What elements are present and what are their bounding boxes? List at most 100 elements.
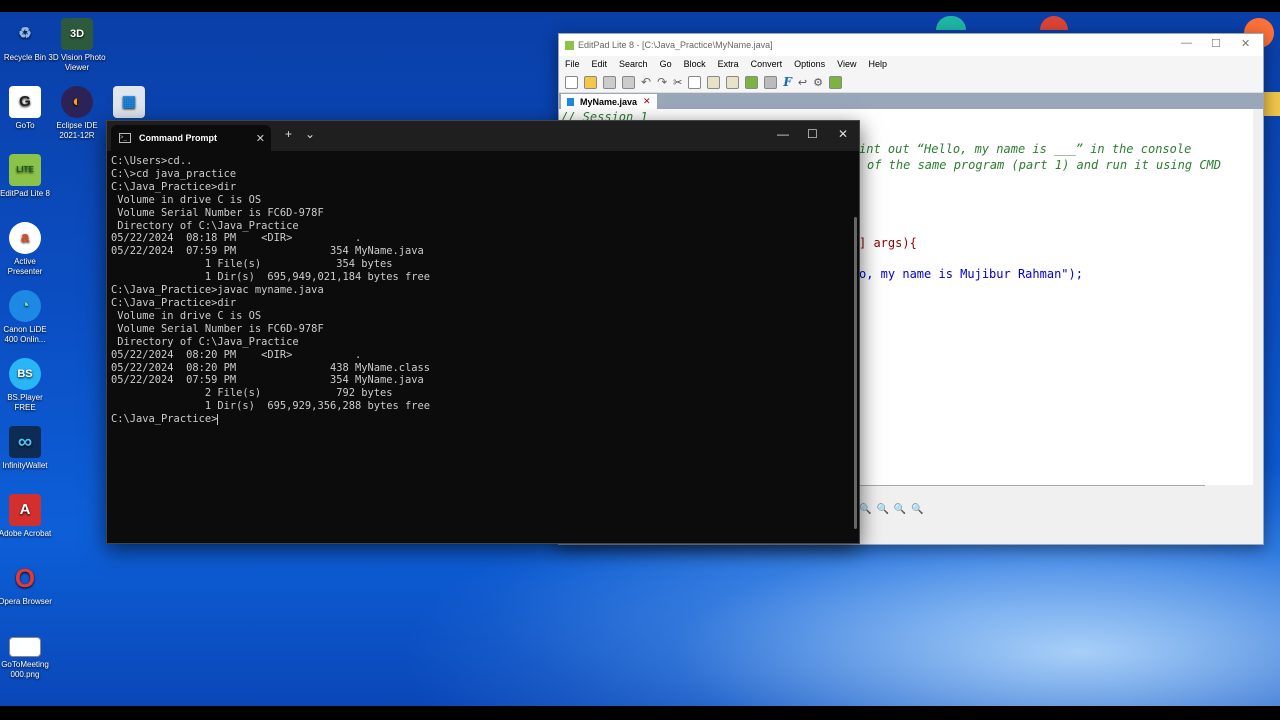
desktop-icon-active-presenter[interactable]: a Active Presenter [0, 222, 54, 277]
terminal-prompt-line[interactable]: C:\Java_Practice> [111, 413, 851, 426]
terminal-line: 05/22/2024 08:20 PM 438 MyName.class [111, 361, 431, 374]
paste-special-icon[interactable] [726, 75, 740, 89]
extra-icon[interactable] [828, 75, 842, 89]
code-line: of the same program (part 1) and run it … [867, 158, 1222, 172]
minimize-button[interactable]: — [1181, 37, 1192, 49]
infinitywallet-icon: ∞ [9, 426, 41, 458]
menu-convert[interactable]: Convert [751, 59, 783, 69]
editpad-horizontal-scrollbar[interactable] [859, 485, 1205, 491]
terminal-output[interactable]: C:\Users>cd.. C:\>cd java_practice C:\Java… [111, 155, 851, 541]
desktop-icon-label: Recycle Bin [3, 53, 47, 62]
menu-file[interactable]: File [565, 59, 580, 69]
tab-close-icon[interactable]: ✕ [643, 96, 651, 107]
terminal-line: 1 File(s) 354 bytes [111, 258, 393, 271]
recycle-bin-icon: ♻ [18, 25, 32, 42]
maximize-button[interactable]: ☐ [1211, 37, 1221, 50]
3d-vision-icon: 3D [61, 18, 93, 50]
table-icon[interactable] [764, 75, 778, 89]
tab-command-prompt[interactable]: >_ Command Prompt ✕ [111, 125, 271, 151]
tab-myname-java[interactable]: MyName.java ✕ [561, 94, 657, 109]
desktop-icon-scanner[interactable]: ▦ [100, 86, 158, 121]
editpad-titlebar[interactable]: EditPad Lite 8 - [C:\Java_Practice\MyNam… [559, 34, 1263, 56]
settings-icon[interactable]: ⚙ [813, 76, 823, 89]
copy-icon[interactable] [688, 75, 702, 89]
save-icon[interactable] [603, 75, 616, 89]
terminal-line: 2 File(s) 792 bytes [111, 387, 393, 400]
desktop-icon-bsplayer[interactable]: BS BS.Player FREE [0, 358, 54, 413]
open-folder-icon[interactable] [584, 75, 597, 89]
block-icon[interactable] [745, 75, 759, 89]
desktop-icon-goto[interactable]: G GoTo [0, 86, 54, 131]
editpad-window-title: EditPad Lite 8 - [C:\Java_Practice\MyNam… [578, 40, 773, 50]
menu-go[interactable]: Go [660, 59, 672, 69]
desktop-icon-editpad[interactable]: LITE EditPad Lite 8 [0, 154, 54, 199]
menu-view[interactable]: View [837, 59, 856, 69]
terminal-line: Directory of C:\Java_Practice [111, 219, 299, 232]
desktop-icon-infinitywallet[interactable]: ∞ InfinityWallet [0, 426, 54, 471]
save-all-icon[interactable] [622, 75, 635, 89]
zoom-fit-icon[interactable]: 🔍 [894, 504, 906, 515]
text-cursor [217, 413, 219, 425]
terminal-line: 1 Dir(s) 695,949,021,184 bytes free [111, 271, 431, 284]
close-button[interactable]: ✕ [838, 127, 848, 141]
terminal-scrollbar[interactable] [854, 217, 857, 529]
desktop-icon-label: Canon LiDE 400 Onlin... [3, 325, 47, 344]
desktop-icon-recycle-bin[interactable]: ♻ Recycle Bin [0, 18, 54, 63]
desktop-icon-3d-vision[interactable]: 3D 3D Vision Photo Viewer [48, 18, 106, 73]
new-tab-button[interactable]: + [285, 127, 292, 141]
terminal-line: Volume Serial Number is FC6D-978F [111, 206, 324, 219]
close-button[interactable]: ✕ [1241, 37, 1250, 50]
image-file-icon [9, 637, 41, 657]
menu-extra[interactable]: Extra [718, 59, 739, 69]
new-file-icon[interactable] [565, 75, 578, 89]
zoom-in-icon[interactable]: 🔍 [859, 504, 871, 515]
java-file-icon [567, 97, 574, 106]
terminal-titlebar[interactable]: >_ Command Prompt ✕ + ⌄ — ☐ ✕ [107, 121, 859, 151]
terminal-line: C:\>cd java_practice [111, 167, 237, 180]
terminal-line: C:\Users>cd.. [111, 155, 193, 167]
font-icon[interactable]: F [783, 75, 792, 89]
desktop-icon-label: Opera Browser [0, 597, 52, 606]
desktop-icon-label: 3D Vision Photo Viewer [48, 53, 106, 72]
zoom-out-icon[interactable]: 🔍 [876, 504, 888, 515]
menu-help[interactable]: Help [869, 59, 888, 69]
cut-icon[interactable]: ✂ [673, 76, 682, 89]
menu-options[interactable]: Options [794, 59, 825, 69]
terminal-line: Directory of C:\Java_Practice [111, 335, 299, 348]
desktop-icon-label: InfinityWallet [2, 461, 48, 470]
redo-icon[interactable]: ↷ [657, 75, 667, 89]
desktop-icon-gotomeeting-png[interactable]: GoToMeeting 000.png [0, 637, 54, 680]
editpad-app-icon [565, 40, 574, 50]
eclipse-icon: ◐ [61, 86, 93, 118]
minimize-button[interactable]: — [777, 127, 789, 141]
paste-icon[interactable] [707, 75, 721, 89]
editpad-zoom-toolbar: 🔍 🔍 🔍 🔍 [859, 504, 924, 515]
desktop-icon-acrobat[interactable]: A Adobe Acrobat [0, 494, 54, 539]
edge-icon-partial[interactable] [936, 16, 966, 30]
editpad-menubar: File Edit Search Go Block Extra Convert … [559, 56, 1263, 72]
desktop-icon-label: Adobe Acrobat [0, 529, 52, 538]
desktop-icon-eclipse[interactable]: ◐ Eclipse IDE 2021-12R [48, 86, 106, 141]
edge-icon: ◔ [9, 290, 41, 322]
tab-close-icon[interactable]: ✕ [256, 132, 265, 145]
terminal-line: C:\Java_Practice>dir [111, 296, 237, 309]
terminal-line: 1 Dir(s) 695,929,356,288 bytes free [111, 400, 431, 413]
editpad-vertical-scrollbar[interactable] [1253, 109, 1263, 485]
chrome-icon-partial[interactable] [1040, 16, 1068, 30]
desktop: ♻ Recycle Bin 3D 3D Vision Photo Viewer … [0, 12, 1280, 706]
desktop-icon-canon[interactable]: ◔ Canon LiDE 400 Onlin... [0, 290, 54, 345]
menu-block[interactable]: Block [684, 59, 706, 69]
desktop-icon-opera[interactable]: O Opera Browser [0, 562, 54, 607]
terminal-line: Volume Serial Number is FC6D-978F [111, 322, 324, 335]
cmd-icon: >_ [119, 133, 131, 143]
undo-icon[interactable]: ↶ [641, 75, 651, 89]
menu-search[interactable]: Search [619, 59, 648, 69]
zoom-reset-icon[interactable]: 🔍 [911, 504, 923, 515]
tab-dropdown-button[interactable]: ⌄ [305, 127, 315, 141]
opera-icon: O [14, 563, 36, 593]
wrap-icon[interactable]: ↩ [798, 76, 807, 89]
folder-icon-partial[interactable] [1262, 92, 1280, 116]
maximize-button[interactable]: ☐ [807, 127, 818, 141]
menu-edit[interactable]: Edit [592, 59, 608, 69]
terminal-line: 05/22/2024 08:20 PM <DIR> . [111, 348, 362, 361]
